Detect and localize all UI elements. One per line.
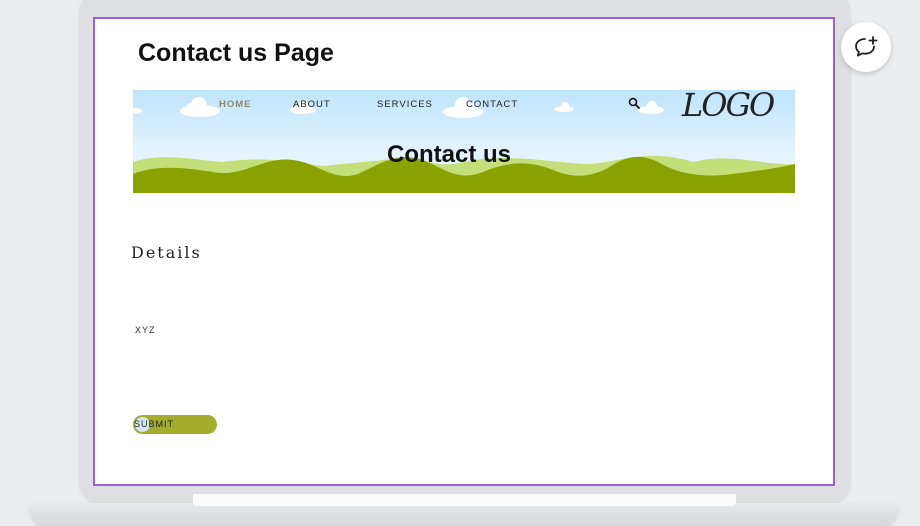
- add-comment-icon: [855, 36, 878, 57]
- banner-title: Contact us: [387, 141, 512, 168]
- add-comment-button[interactable]: [841, 22, 891, 72]
- submit-label: SUBMIT: [134, 419, 175, 429]
- submit-button[interactable]: SUBMIT: [133, 415, 217, 434]
- site-logo[interactable]: LOGO: [682, 86, 775, 124]
- laptop-notch: [193, 494, 736, 506]
- page-title: Contact us Page: [138, 39, 334, 67]
- details-heading: Details: [131, 243, 202, 262]
- nav-item-about[interactable]: ABOUT: [293, 99, 331, 110]
- laptop-base: [30, 503, 898, 526]
- nav-item-home[interactable]: HOME: [219, 99, 252, 110]
- details-text: XYZ: [135, 325, 156, 335]
- search-icon[interactable]: [628, 97, 640, 109]
- nav-item-services[interactable]: SERVICES: [377, 99, 433, 110]
- nav-item-contact[interactable]: CONTACT: [466, 99, 518, 110]
